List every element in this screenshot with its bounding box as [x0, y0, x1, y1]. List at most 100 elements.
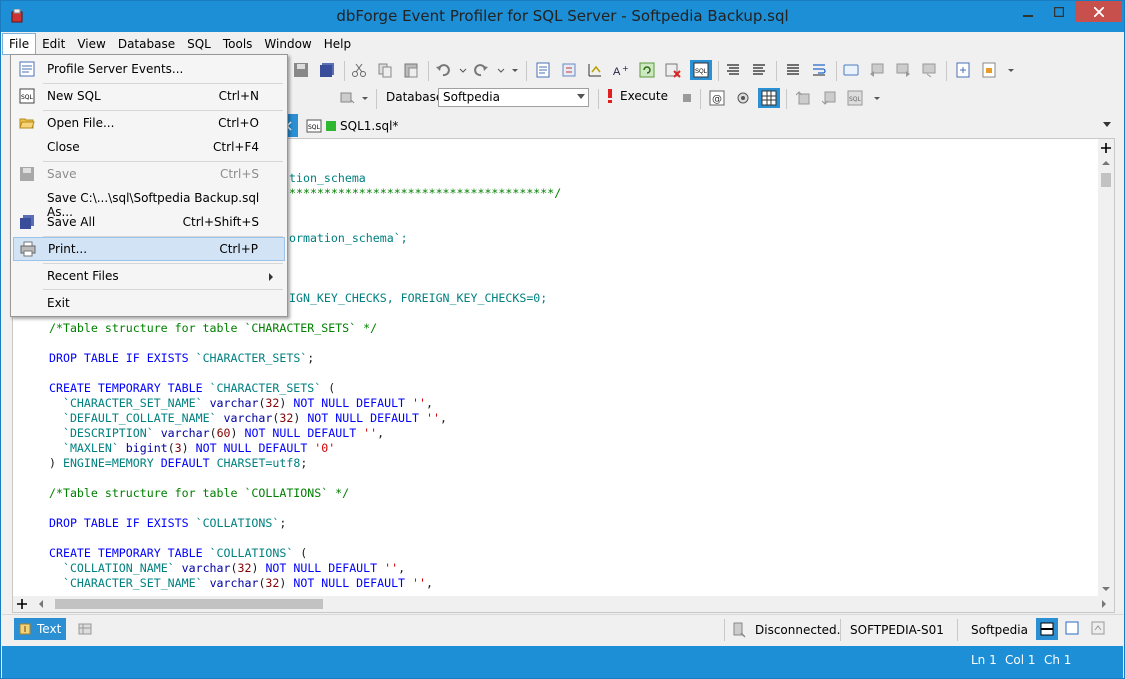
execute-button[interactable]: Execute	[606, 89, 668, 103]
outline-button[interactable]	[560, 61, 578, 79]
menu-separator	[43, 110, 283, 111]
stop-button[interactable]	[678, 89, 696, 107]
sql-mode-button[interactable]: SQL	[690, 60, 712, 80]
wrap-button[interactable]	[810, 61, 828, 79]
menu-edit[interactable]: Edit	[36, 34, 71, 54]
menu-item-save[interactable]: Save Ctrl+S	[13, 163, 285, 185]
svg-text:SQL: SQL	[695, 69, 708, 75]
chevron-down-icon[interactable]	[577, 94, 585, 99]
menu-view[interactable]: View	[71, 34, 111, 54]
window-button[interactable]	[842, 61, 860, 79]
vertical-scroll-thumb[interactable]	[1101, 173, 1111, 187]
menu-sql[interactable]: SQL	[181, 34, 217, 54]
menu-item-print[interactable]: Print... Ctrl+P	[13, 237, 285, 261]
scroll-up-icon[interactable]	[1101, 159, 1111, 167]
menu-window[interactable]: Window	[258, 34, 317, 54]
menu-file[interactable]: File	[2, 33, 37, 55]
code-fragment: IGN_KEY_CHECKS, FOREIGN_KEY_CHECKS=0;	[289, 291, 548, 305]
layout-maximize-button[interactable]	[1091, 621, 1105, 638]
copy-button[interactable]	[376, 61, 394, 79]
text-view-tab[interactable]: Text	[14, 618, 66, 640]
paste-button[interactable]	[402, 61, 420, 79]
download-button[interactable]	[820, 89, 838, 107]
font-size-button[interactable]: A +	[612, 61, 630, 79]
toolbar-separator	[428, 61, 429, 81]
horizontal-scroll-thumb[interactable]	[55, 599, 323, 609]
report-button[interactable]	[980, 61, 998, 79]
menu-item-close[interactable]: Close Ctrl+F4	[13, 136, 285, 158]
menu-bar: File Edit View Database SQL Tools Window…	[2, 33, 1123, 55]
title-bar[interactable]: dbForge Event Profiler for SQL Server - …	[1, 1, 1124, 32]
menu-item-save-all[interactable]: Save All Ctrl+Shift+S	[13, 211, 285, 233]
tab-sql1[interactable]: SQL SQL1.sql*	[306, 115, 398, 137]
comment-button[interactable]	[724, 61, 742, 79]
toolbar-overflow[interactable]	[506, 61, 524, 79]
layout-single-button[interactable]	[1065, 621, 1079, 638]
prev-bookmark-button[interactable]	[868, 61, 886, 79]
menu-item-shortcut: Ctrl+N	[218, 89, 259, 103]
refresh-button[interactable]	[638, 61, 656, 79]
undo-dropdown[interactable]	[454, 61, 472, 79]
toolbar-overflow-3[interactable]	[868, 89, 886, 107]
menu-item-save-as[interactable]: Save C:\...\sql\Softpedia Backup.sql As.…	[13, 187, 285, 219]
next-bookmark-button[interactable]	[894, 61, 912, 79]
grid-view-button[interactable]	[758, 88, 780, 108]
maximize-button[interactable]	[1044, 1, 1074, 22]
menu-database[interactable]: Database	[112, 34, 181, 54]
font-size-icon: A +	[613, 64, 629, 78]
close-button[interactable]	[1075, 1, 1122, 22]
toolbar-overflow-2[interactable]	[1002, 61, 1020, 79]
download-icon	[821, 91, 836, 105]
save-toolbar-button[interactable]	[292, 61, 310, 79]
layout-split-horizontal-button[interactable]	[1036, 618, 1058, 640]
clear-button[interactable]	[664, 61, 682, 79]
cut-button[interactable]	[350, 61, 368, 79]
save-all-toolbar-button[interactable]	[318, 61, 336, 79]
save-all-icon	[320, 63, 334, 77]
uncomment-button[interactable]	[750, 61, 768, 79]
menu-help[interactable]: Help	[318, 34, 357, 54]
disconnected-icon	[732, 622, 746, 641]
menu-item-profile-server-events[interactable]: Profile Server Events...	[13, 58, 285, 80]
email-button[interactable]: @	[708, 89, 726, 107]
undo-button[interactable]	[434, 61, 452, 79]
tab-list-dropdown[interactable]	[1103, 122, 1111, 127]
redo-button[interactable]	[472, 61, 490, 79]
sql-file-icon: SQL	[306, 119, 322, 133]
sql-options-button[interactable]: SQL	[846, 89, 864, 107]
database-select[interactable]: Softpedia	[438, 88, 589, 107]
upload-button[interactable]	[794, 89, 812, 107]
execute-icon	[608, 89, 612, 103]
menu-tools[interactable]: Tools	[217, 34, 259, 54]
connection-dropdown[interactable]	[356, 89, 374, 107]
list-button[interactable]	[784, 61, 802, 79]
line-indicator: Ln 1	[971, 653, 997, 667]
copy-icon	[378, 63, 392, 78]
column-indicator: Col 1	[1005, 653, 1036, 667]
bookmark-clear-icon	[922, 63, 936, 78]
close-icon	[1093, 6, 1104, 17]
split-plus-icon[interactable]	[1100, 142, 1112, 154]
format-button[interactable]	[534, 61, 552, 79]
connection-button[interactable]	[338, 89, 356, 107]
split-plus-icon[interactable]	[16, 598, 28, 610]
horizontal-scrollbar[interactable]	[13, 596, 1114, 612]
database-name: Softpedia	[971, 623, 1028, 637]
parameters-button[interactable]	[734, 89, 752, 107]
single-pane-icon	[1065, 621, 1079, 635]
data-view-tab[interactable]	[78, 622, 92, 639]
clear-bookmarks-button[interactable]	[920, 61, 938, 79]
export-button[interactable]	[954, 61, 972, 79]
indent-button[interactable]	[586, 61, 604, 79]
menu-item-exit[interactable]: Exit	[13, 292, 285, 314]
scroll-left-icon[interactable]	[37, 599, 45, 609]
menu-item-open-file[interactable]: Open File... Ctrl+O	[13, 112, 285, 134]
chevron-down-icon	[1008, 69, 1014, 72]
menu-item-new-sql[interactable]: SQL New SQL Ctrl+N	[13, 85, 285, 107]
menu-item-recent-files[interactable]: Recent Files	[13, 265, 285, 287]
scroll-down-icon[interactable]	[1101, 585, 1111, 593]
vertical-scrollbar[interactable]	[1098, 139, 1114, 597]
minimize-button[interactable]	[1013, 1, 1043, 22]
menu-item-label: New SQL	[47, 89, 101, 103]
scroll-right-icon[interactable]	[1100, 599, 1108, 609]
